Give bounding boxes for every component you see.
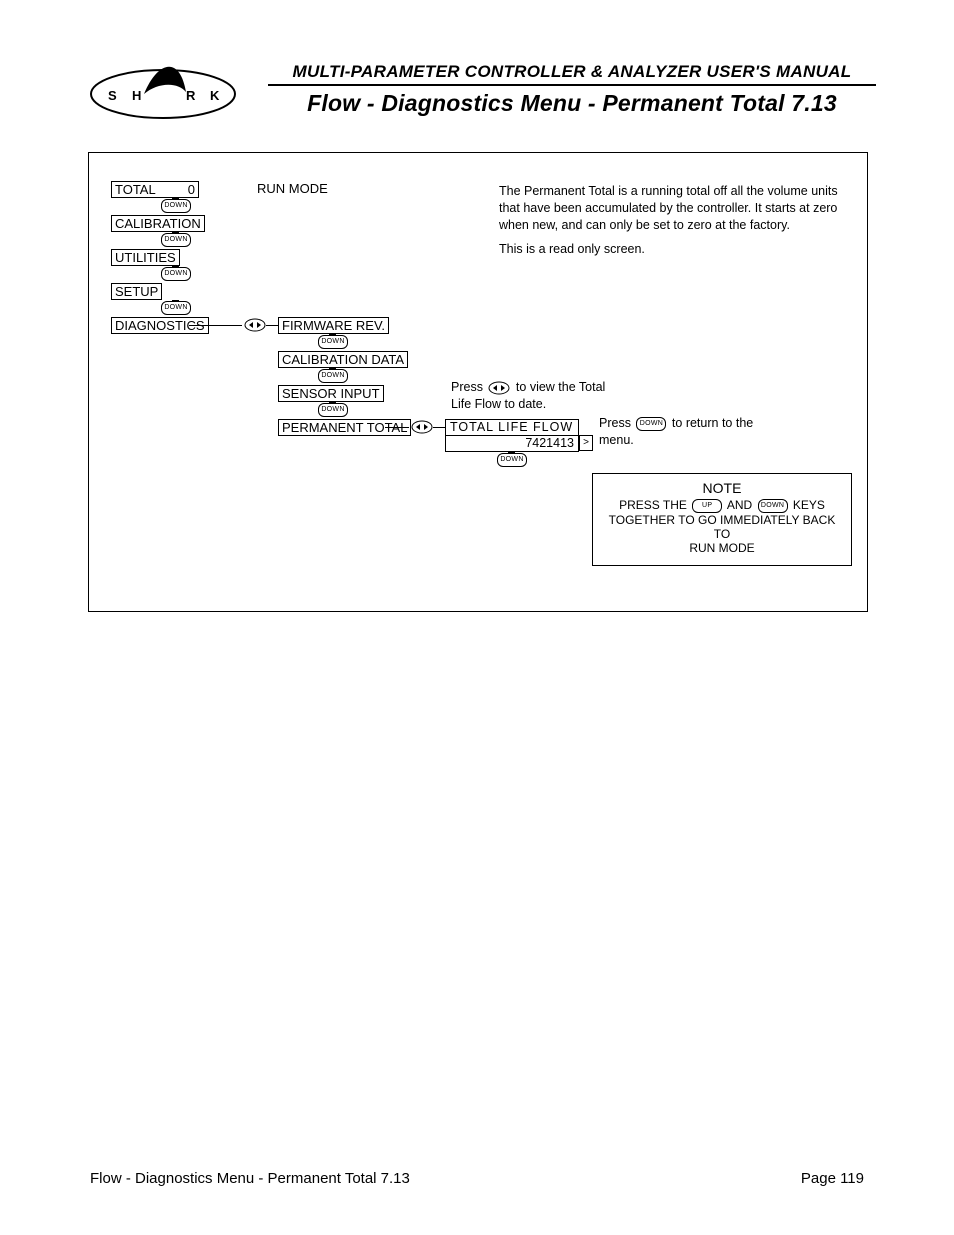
footer-left: Flow - Diagnostics Menu - Permanent Tota… — [90, 1170, 410, 1187]
readonly-text: This is a read only screen. — [499, 241, 839, 258]
note-text: KEYS — [793, 498, 825, 512]
diag-item-firmware: FIRMWARE REV. — [278, 317, 389, 334]
menu-item-value: 0 — [188, 182, 195, 197]
note-line1: PRESS THE UP AND DOWN KEYS — [601, 498, 843, 513]
left-right-key-icon — [411, 420, 433, 434]
total-life-flow-label: TOTAL LIFE FLOW — [446, 420, 578, 435]
gt-box: > — [579, 435, 593, 451]
connector — [266, 325, 278, 326]
menu-item-setup: SETUP — [111, 283, 162, 300]
down-key-icon: DOWN — [758, 499, 788, 513]
left-right-key-icon — [488, 381, 510, 395]
total-life-flow-value: 7421413 — [446, 435, 578, 451]
connector — [385, 427, 409, 428]
connector — [433, 427, 445, 428]
note-text: PRESS THE — [619, 498, 687, 512]
hint-pre: Press — [451, 380, 483, 394]
run-mode-label: RUN MODE — [257, 181, 328, 196]
view-total-hint: Press to view the Total Life Flow to dat… — [451, 379, 611, 413]
svg-text:H: H — [132, 88, 141, 103]
return-hint: Press DOWN to return to the menu. — [599, 415, 769, 449]
header-rule — [268, 84, 876, 86]
diag-item-sensor: SENSOR INPUT — [278, 385, 384, 402]
connector — [189, 325, 242, 326]
svg-text:S: S — [108, 88, 117, 103]
down-key-icon: DOWN — [161, 267, 191, 281]
down-key-icon: DOWN — [636, 417, 666, 431]
footer-right: Page 119 — [801, 1170, 864, 1187]
down-key-icon: DOWN — [497, 453, 527, 467]
down-key-icon: DOWN — [161, 199, 191, 213]
svg-text:A: A — [159, 88, 169, 103]
down-key-icon: DOWN — [318, 369, 348, 383]
svg-text:K: K — [210, 88, 220, 103]
menu-item-total: TOTAL 0 — [111, 181, 199, 198]
manual-title: MULTI-PARAMETER CONTROLLER & ANALYZER US… — [268, 62, 876, 82]
note-text: AND — [727, 498, 752, 512]
down-key-icon: DOWN — [161, 301, 191, 315]
down-key-icon: DOWN — [318, 335, 348, 349]
menu-item-label: TOTAL — [115, 182, 156, 197]
down-key-icon: DOWN — [318, 403, 348, 417]
note-line3: RUN MODE — [601, 541, 843, 555]
page: S H A R K MULTI-PARAMETER CONTROLLER & A… — [0, 0, 954, 1235]
total-life-flow-box: TOTAL LIFE FLOW 7421413 — [445, 419, 579, 452]
menu-item-utilities: UTILITIES — [111, 249, 180, 266]
content-frame: TOTAL 0 DOWN CALIBRATION DOWN UTILITIES … — [88, 152, 868, 612]
page-title: Flow - Diagnostics Menu - Permanent Tota… — [268, 90, 876, 117]
down-key-icon: DOWN — [161, 233, 191, 247]
note-line2: TOGETHER TO GO IMMEDIATELY BACK TO — [601, 513, 843, 541]
up-key-icon: UP — [692, 499, 722, 513]
menu-item-calibration: CALIBRATION — [111, 215, 205, 232]
left-right-key-icon — [244, 318, 266, 332]
note-box: NOTE PRESS THE UP AND DOWN KEYS TOGETHER… — [592, 473, 852, 566]
shark-logo-icon: S H A R K — [88, 52, 238, 120]
diag-item-caldata: CALIBRATION DATA — [278, 351, 408, 368]
description-text: The Permanent Total is a running total o… — [499, 183, 839, 234]
note-title: NOTE — [601, 480, 843, 496]
svg-text:R: R — [186, 88, 196, 103]
hint-pre: Press — [599, 416, 631, 430]
